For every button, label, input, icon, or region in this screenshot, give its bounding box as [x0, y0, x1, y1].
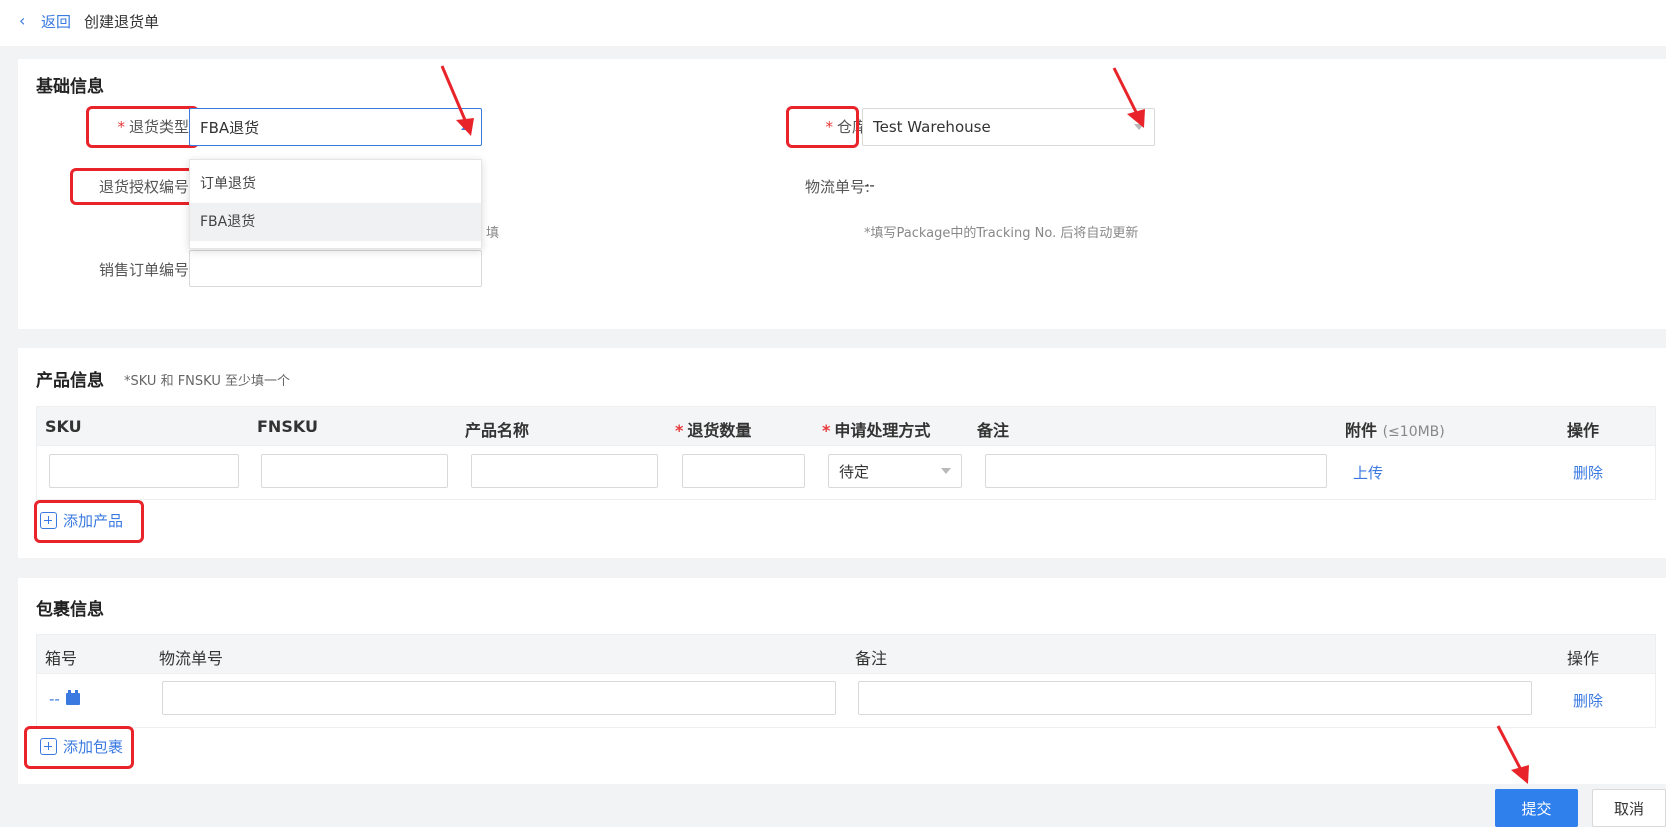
- col-package-remark: 备注: [855, 649, 888, 668]
- sales-order-input[interactable]: [189, 250, 482, 287]
- tracking-value: --: [864, 176, 875, 194]
- red-arrow-icon: [440, 65, 474, 136]
- cancel-button[interactable]: 取消: [1592, 789, 1666, 827]
- col-return-qty: * 退货数量: [675, 421, 752, 440]
- product-table-header: SKU FNSKU 产品名称 * 退货数量 * 申请处理方式 备注 附件 (≤10M…: [36, 406, 1656, 446]
- dropdown-option-fba-return[interactable]: FBA退货: [190, 203, 481, 241]
- annotation-box-add-package: [24, 726, 134, 769]
- col-package-action: 操作: [1567, 649, 1600, 668]
- tracking-hint: *填写Package中的Tracking No. 后将自动更新: [864, 226, 1139, 241]
- chevron-left-icon[interactable]: ‹: [19, 11, 25, 30]
- submit-button[interactable]: 提交: [1495, 789, 1578, 827]
- package-tracking-input[interactable]: [162, 681, 836, 715]
- col-fnsku: FNSKU: [257, 417, 318, 436]
- annotation-box-add-product: [34, 500, 144, 543]
- package-table-header: 箱号 物流单号 备注 操作: [36, 634, 1656, 674]
- dropdown-option-order-return[interactable]: 订单退货: [190, 165, 481, 203]
- col-tracking: 物流单号: [159, 649, 224, 668]
- col-remark: 备注: [977, 421, 1010, 440]
- return-type-dropdown: 订单退货 FBA退货: [189, 159, 482, 249]
- col-attachment: 附件 (≤10MB): [1345, 421, 1445, 440]
- section-title-product: 产品信息: [36, 371, 104, 391]
- section-title-basic: 基础信息: [36, 77, 104, 97]
- col-product-name: 产品名称: [465, 421, 530, 440]
- annotation-box-warehouse: [786, 106, 859, 148]
- col-box-no: 箱号: [45, 649, 78, 668]
- remark-input[interactable]: [985, 454, 1327, 488]
- annotation-box-rma: [70, 168, 201, 205]
- sku-input[interactable]: [49, 454, 239, 488]
- return-qty-input[interactable]: [682, 454, 805, 488]
- top-bar: ‹ 返回 创建退货单: [0, 0, 1666, 46]
- col-sku: SKU: [45, 417, 82, 436]
- annotation-box-return-type: [86, 106, 199, 148]
- tracking-label: 物流单号:: [804, 178, 870, 196]
- col-handling-method: * 申请处理方式: [822, 421, 931, 440]
- back-link[interactable]: 返回: [41, 11, 71, 32]
- table-row: -- 删除: [36, 674, 1656, 728]
- rma-hint-tail: 填: [486, 226, 500, 241]
- package-remark-input[interactable]: [858, 681, 1532, 715]
- package-info-section: 包裹信息 箱号 物流单号 备注 操作 -- 删除 添加包裹: [18, 578, 1666, 784]
- product-name-input[interactable]: [471, 454, 658, 488]
- table-row: 待定 上传 删除: [36, 446, 1656, 500]
- product-hint: *SKU 和 FNSKU 至少填一个: [124, 374, 290, 389]
- sales-order-label: 销售订单编号:: [98, 261, 194, 279]
- package-box-icon[interactable]: [65, 690, 80, 705]
- col-action: 操作: [1567, 421, 1600, 440]
- upload-link[interactable]: 上传: [1353, 462, 1383, 483]
- handling-method-select[interactable]: 待定: [828, 454, 962, 488]
- red-arrow-icon: [1112, 67, 1145, 128]
- delete-product-link[interactable]: 删除: [1573, 462, 1603, 483]
- delete-package-link[interactable]: 删除: [1573, 690, 1603, 711]
- box-number: --: [49, 690, 80, 708]
- page-title: 创建退货单: [84, 13, 160, 31]
- section-title-package: 包裹信息: [36, 600, 104, 620]
- product-info-section: 产品信息 *SKU 和 FNSKU 至少填一个 SKU FNSKU 产品名称 *…: [18, 348, 1666, 558]
- caret-down-icon: [941, 468, 951, 474]
- fnsku-input[interactable]: [261, 454, 448, 488]
- red-arrow-icon: [1496, 725, 1529, 784]
